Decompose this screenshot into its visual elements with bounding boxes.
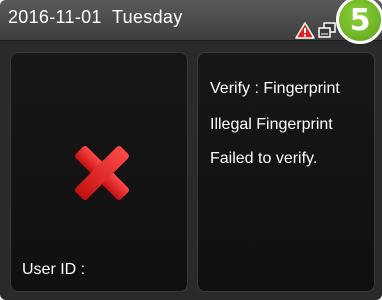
device-screen: 2016-11-01 Tuesday 5 User ID: Verify: … — [0, 0, 382, 300]
illegal-fingerprint-text: Illegal Fingerprint — [210, 116, 333, 133]
warning-icon — [295, 22, 315, 39]
step-number-badge: 5 — [336, 0, 382, 44]
status-date-day: 2016-11-01 Tuesday — [8, 7, 183, 28]
status-weekday: Tuesday — [112, 7, 183, 27]
red-cross-icon — [74, 145, 130, 201]
result-panel: User ID : — [10, 52, 188, 292]
status-date: 2016-11-01 — [8, 7, 102, 27]
verify-mode-text: Verify : Fingerprint — [210, 80, 340, 97]
status-bar: 2016-11-01 Tuesday 5 — [0, 0, 382, 44]
failed-verify-text: Failed to verify. — [210, 150, 318, 167]
network-icon — [318, 22, 336, 38]
user-id-label: User ID : — [22, 261, 86, 278]
message-panel: Verify : Fingerprint Illegal Fingerprint… — [197, 52, 375, 292]
